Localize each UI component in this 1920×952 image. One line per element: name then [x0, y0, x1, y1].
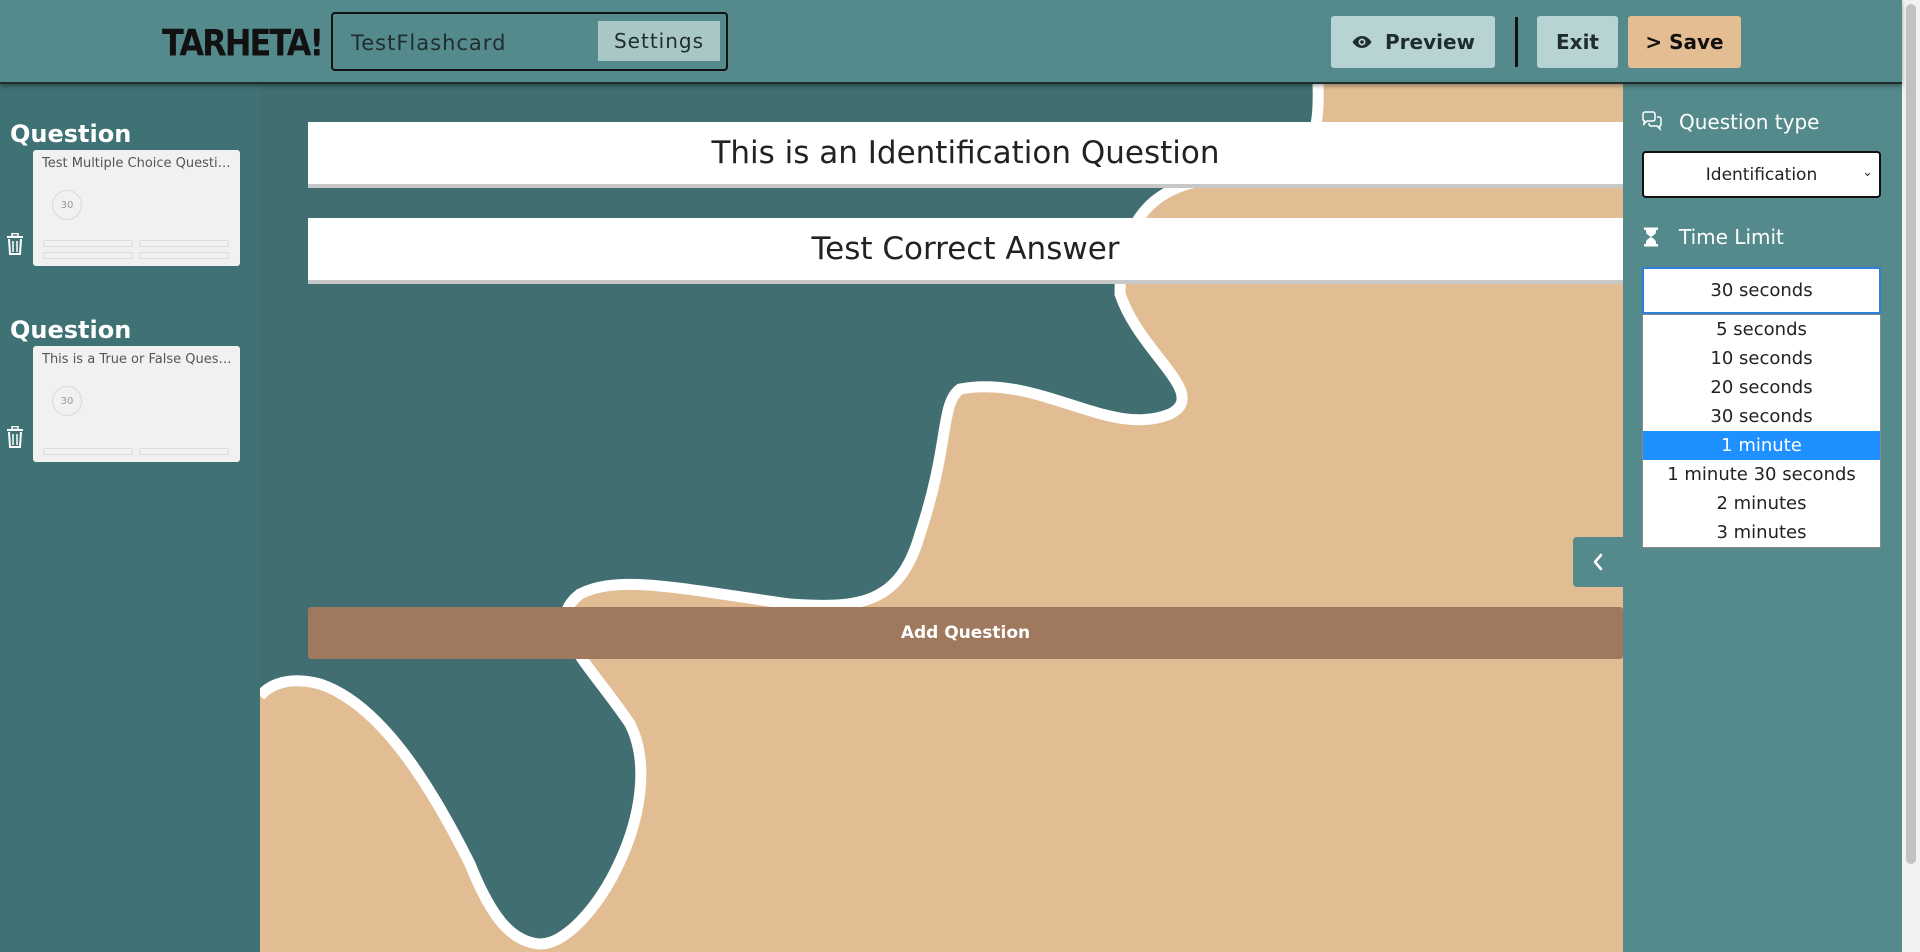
- decorative-wave-background: [260, 84, 1324, 950]
- chat-bubbles-icon: [1642, 111, 1662, 131]
- time-option-highlighted[interactable]: 1 minute: [1643, 431, 1880, 460]
- question-editor-canvas: This is an Identification Question Test …: [260, 84, 1623, 952]
- thumbnail-choice-bar: [139, 448, 229, 455]
- deck-title-box: Settings: [331, 12, 728, 71]
- time-option[interactable]: 3 minutes: [1643, 518, 1880, 547]
- thumbnail-choice-bar: [43, 240, 133, 247]
- question-heading: Question: [10, 316, 132, 344]
- trash-icon[interactable]: [6, 233, 24, 255]
- collapse-panel-button[interactable]: [1573, 537, 1623, 587]
- time-option[interactable]: 5 seconds: [1643, 315, 1880, 344]
- time-option[interactable]: 20 seconds: [1643, 373, 1880, 402]
- question-type-value: Identification: [1705, 164, 1818, 185]
- thumbnail-choice-bar: [139, 252, 229, 259]
- settings-button[interactable]: Settings: [598, 21, 720, 61]
- exit-button[interactable]: Exit: [1537, 16, 1618, 68]
- top-bar: TARHETA! Settings Preview Exit > Save: [0, 0, 1902, 84]
- question-thumbnail-card[interactable]: Test Multiple Choice Question 30: [33, 150, 240, 266]
- add-question-button[interactable]: Add Question: [308, 607, 1623, 659]
- time-limit-label: Time Limit: [1679, 225, 1784, 249]
- page-scrollbar[interactable]: [1902, 0, 1920, 952]
- question-thumbnail-title: This is a True or False Question: [42, 352, 232, 367]
- preview-button[interactable]: Preview: [1331, 16, 1495, 68]
- question-text-field[interactable]: This is an Identification Question: [308, 122, 1623, 188]
- toolbar-divider: [1515, 17, 1518, 67]
- preview-label: Preview: [1384, 30, 1476, 54]
- scrollbar-thumb[interactable]: [1906, 4, 1916, 864]
- time-limit-dropdown: 5 seconds 10 seconds 20 seconds 30 secon…: [1642, 314, 1881, 548]
- question-thumbnail-title: Test Multiple Choice Question: [42, 156, 232, 171]
- question-list-sidebar: Question Test Multiple Choice Question 3…: [0, 84, 260, 952]
- question-thumbnail-timer: 30: [52, 190, 82, 220]
- deck-title-input[interactable]: [351, 28, 591, 58]
- question-type-label: Question type: [1679, 110, 1820, 134]
- question-type-select[interactable]: Identification ⌄: [1642, 151, 1881, 198]
- question-thumbnail-timer: 30: [52, 386, 82, 416]
- question-heading: Question: [10, 120, 132, 148]
- eye-icon: [1352, 36, 1372, 48]
- time-option[interactable]: 10 seconds: [1643, 344, 1880, 373]
- thumbnail-choice-bar: [43, 252, 133, 259]
- chevron-down-icon: ⌄: [1862, 165, 1873, 180]
- time-option[interactable]: 1 minute 30 seconds: [1643, 460, 1880, 489]
- time-option[interactable]: 2 minutes: [1643, 489, 1880, 518]
- chevron-left-icon: [1593, 553, 1603, 571]
- save-button[interactable]: > Save: [1628, 16, 1741, 68]
- app-logo[interactable]: TARHETA!: [162, 21, 324, 65]
- question-thumbnail-card[interactable]: This is a True or False Question 30: [33, 346, 240, 462]
- trash-icon[interactable]: [6, 426, 24, 448]
- thumbnail-choice-bar: [139, 240, 229, 247]
- question-settings-panel: Question type Identification ⌄ Time Limi…: [1623, 84, 1902, 952]
- time-limit-select[interactable]: 30 seconds: [1642, 267, 1881, 314]
- time-option[interactable]: 30 seconds: [1643, 402, 1880, 431]
- correct-answer-field[interactable]: Test Correct Answer: [308, 218, 1623, 284]
- thumbnail-choice-bar: [43, 448, 133, 455]
- hourglass-icon: [1644, 227, 1658, 247]
